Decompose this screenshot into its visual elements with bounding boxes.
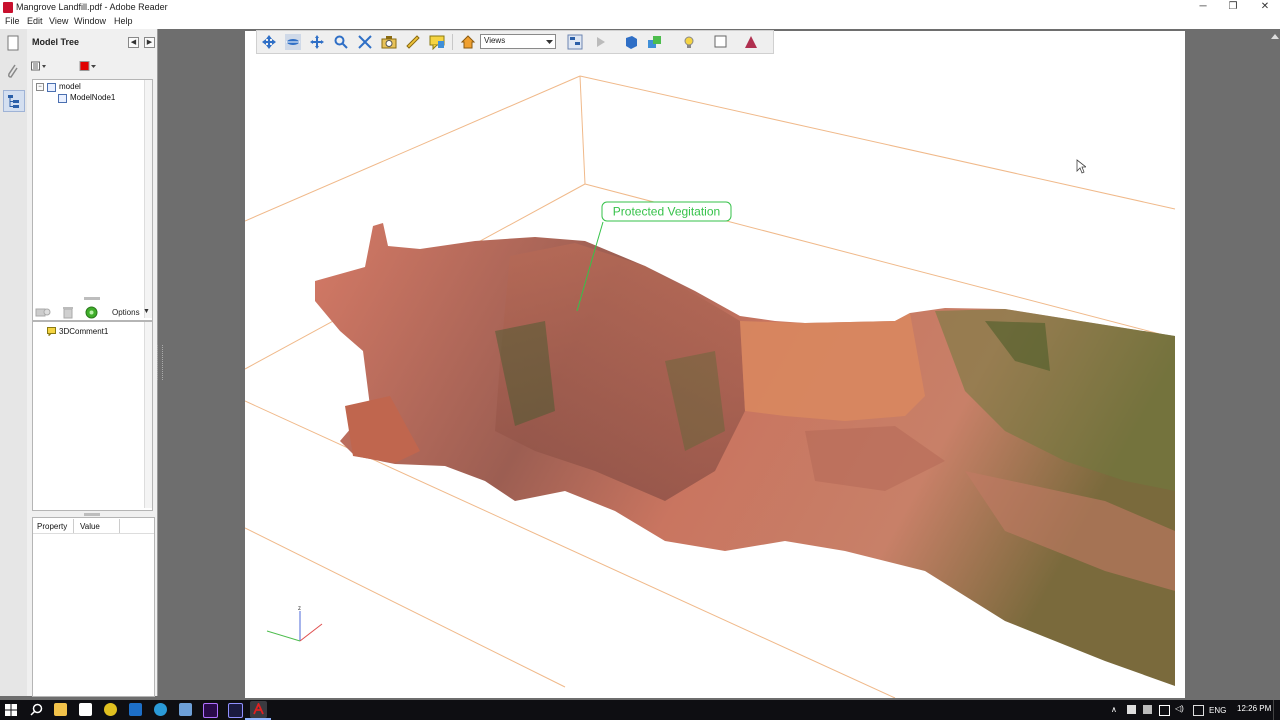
windows-taskbar: ∧ ◁) ENG 12:26 PM xyxy=(0,700,1280,720)
render-color-icon[interactable] xyxy=(79,61,97,72)
menu-help[interactable]: Help xyxy=(114,16,133,26)
walk-icon[interactable] xyxy=(357,34,373,50)
network-icon[interactable] xyxy=(1159,705,1170,716)
comment-scrollbar[interactable] xyxy=(144,322,152,508)
chevron-down-icon[interactable]: ▼ xyxy=(143,308,150,315)
toggle-model-tree-icon[interactable] xyxy=(567,34,583,50)
rotate-icon[interactable] xyxy=(261,34,277,50)
model-tree-panel: Model Tree ◀ ▶ − model ModelNode1 Option… xyxy=(27,29,158,697)
comment-icon xyxy=(47,327,56,336)
zoom-icon[interactable] xyxy=(333,34,349,50)
menu-bar: File Edit View Window Help xyxy=(0,15,1280,29)
menu-view[interactable]: View xyxy=(49,16,68,26)
tree-scrollbar[interactable] xyxy=(144,80,152,318)
toolbar-separator xyxy=(452,34,453,50)
cross-section-icon[interactable] xyxy=(743,34,759,50)
language-indicator[interactable]: ENG xyxy=(1209,706,1226,715)
background-color-icon[interactable] xyxy=(713,34,729,50)
axis-triad: z xyxy=(266,606,323,642)
attachments-icon[interactable] xyxy=(3,61,23,81)
pan-icon[interactable] xyxy=(309,34,325,50)
chevron-down-icon xyxy=(546,40,553,44)
notes-icon[interactable] xyxy=(179,703,192,716)
value-column-header[interactable]: Value xyxy=(80,522,100,531)
browser-icon[interactable] xyxy=(154,703,167,716)
clock[interactable]: 12:26 PM xyxy=(1237,704,1271,713)
page-thumbnails-icon[interactable] xyxy=(3,33,23,53)
cursor-icon xyxy=(1076,159,1086,174)
play-animation-icon[interactable] xyxy=(593,34,609,50)
property-column-header[interactable]: Property xyxy=(37,522,67,531)
keyboard-icon[interactable] xyxy=(1193,705,1204,716)
menu-window[interactable]: Window xyxy=(74,16,106,26)
annotation-label: Protected Vegitation xyxy=(613,205,720,219)
menu-file[interactable]: File xyxy=(5,16,20,26)
adobe-reader-icon xyxy=(3,2,13,13)
windows-start-icon[interactable] xyxy=(5,704,17,716)
comment-item[interactable]: 3DComment1 xyxy=(59,327,108,336)
window-title: Mangrove Landfill.pdf - Adobe Reader xyxy=(16,2,168,12)
show-desktop-button[interactable] xyxy=(1273,700,1280,720)
restore-button[interactable]: ❐ xyxy=(1218,0,1248,15)
panel-splitter[interactable] xyxy=(84,513,100,516)
menu-edit[interactable]: Edit xyxy=(27,16,43,26)
lighting-icon[interactable] xyxy=(681,34,697,50)
search-icon[interactable] xyxy=(30,703,43,716)
camera-icon[interactable] xyxy=(381,34,397,50)
tree-collapse-toggle[interactable]: − xyxy=(36,83,44,91)
tree-node-model[interactable]: model xyxy=(59,82,81,91)
panel-splitter[interactable] xyxy=(84,297,100,300)
tray-app-icon[interactable] xyxy=(1143,705,1152,714)
vertical-scrollbar[interactable] xyxy=(1270,29,1280,696)
chrome-icon[interactable] xyxy=(104,703,117,716)
options-dropdown[interactable]: Options xyxy=(112,308,140,317)
home-icon[interactable] xyxy=(460,34,476,50)
volume-icon[interactable]: ◁) xyxy=(1175,704,1184,713)
terrain-mesh xyxy=(315,223,1175,686)
views-dropdown-label: Views xyxy=(484,36,506,45)
pdf-page: Protected Vegitation z xyxy=(245,31,1185,698)
collapse-panel-button[interactable]: ◀ xyxy=(128,37,139,48)
tree-view-options-icon[interactable] xyxy=(31,61,47,72)
outlook-icon[interactable] xyxy=(129,703,142,716)
after-effects-icon[interactable] xyxy=(228,703,243,718)
expand-panel-button[interactable]: ▶ xyxy=(144,37,155,48)
comment-tool-icon[interactable] xyxy=(429,34,445,50)
scroll-up-arrow-icon[interactable] xyxy=(1271,33,1279,39)
tree-node-modelnode1[interactable]: ModelNode1 xyxy=(70,93,115,102)
axis-label-z: z xyxy=(298,606,301,612)
store-icon[interactable] xyxy=(79,703,92,716)
create-view-icon[interactable] xyxy=(35,306,51,319)
projection-icon[interactable] xyxy=(623,34,639,50)
minimize-button[interactable]: ─ xyxy=(1188,0,1218,15)
tray-app-icon[interactable] xyxy=(1127,705,1136,714)
3d-model-view[interactable]: Protected Vegitation z xyxy=(245,31,1185,698)
render-mode-icon[interactable] xyxy=(647,34,663,50)
measure-icon[interactable] xyxy=(405,34,421,50)
comment-list-box: 3DComment1 xyxy=(32,321,153,511)
acrobat-logo-icon xyxy=(253,703,264,715)
column-separator xyxy=(119,519,120,533)
pane-resize-handle[interactable] xyxy=(157,345,163,380)
views-dropdown[interactable]: Views xyxy=(480,34,556,49)
trash-icon[interactable] xyxy=(62,306,74,319)
model-tree-box: − model ModelNode1 xyxy=(32,79,153,321)
add-comment-icon[interactable] xyxy=(85,306,98,319)
property-table: Property Value xyxy=(32,517,155,697)
file-explorer-icon[interactable] xyxy=(54,703,67,716)
model-tree-title: Model Tree xyxy=(32,37,80,47)
premiere-icon[interactable] xyxy=(203,703,218,718)
column-separator xyxy=(73,519,74,533)
model-tree-icon[interactable] xyxy=(3,90,25,112)
navigation-rail xyxy=(0,29,28,696)
spin-icon[interactable] xyxy=(285,34,301,50)
chevron-up-icon[interactable]: ∧ xyxy=(1111,705,1117,714)
window-title-bar: Mangrove Landfill.pdf - Adobe Reader ─ ❐… xyxy=(0,0,1280,15)
close-button[interactable]: ✕ xyxy=(1250,0,1280,15)
tree-node-checkbox[interactable] xyxy=(47,83,56,92)
tree-node-checkbox[interactable] xyxy=(58,94,67,103)
